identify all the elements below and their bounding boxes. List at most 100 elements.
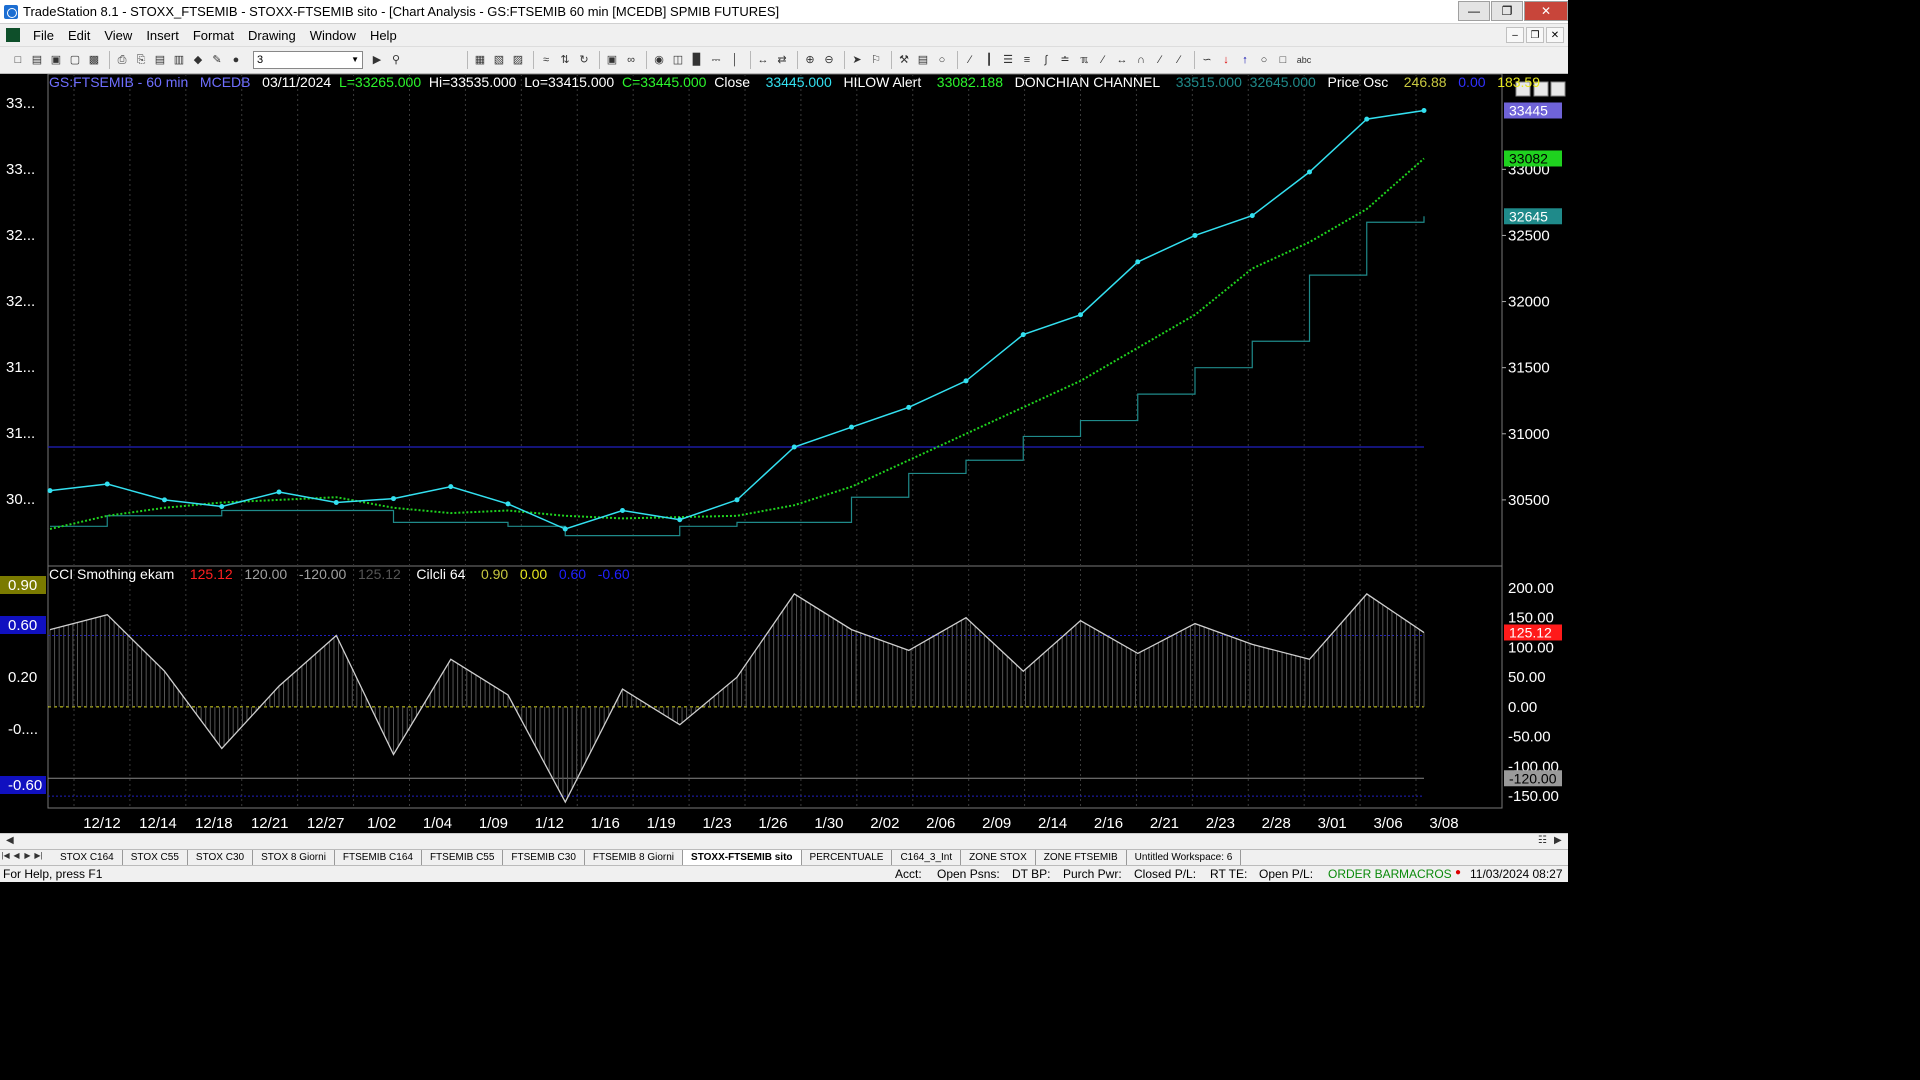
menu-edit[interactable]: Edit: [61, 28, 97, 43]
scroll-thumb-icon[interactable]: ☷: [1538, 835, 1547, 846]
scroll-right-icon[interactable]: ▶: [1554, 835, 1562, 846]
paste-icon[interactable]: ▥: [171, 52, 187, 68]
chart-window-icon[interactable]: [6, 28, 20, 42]
hilow-label: HILOW Alert: [843, 74, 922, 90]
compress-icon[interactable]: ⇄: [774, 52, 790, 68]
menu-help[interactable]: Help: [363, 28, 404, 43]
workspace-tab[interactable]: FTSEMIB C164: [335, 850, 422, 865]
speed-lines-icon[interactable]: ≐: [1057, 52, 1073, 68]
cci-tick-label: -150.00: [1508, 788, 1559, 805]
horizontal-scrollbar[interactable]: ◀ ☷ ▶: [0, 833, 1568, 849]
maximize-button[interactable]: ❐: [1491, 1, 1523, 21]
text-icon[interactable]: abc: [1294, 52, 1314, 68]
chart-grid-icon[interactable]: ▧: [491, 52, 507, 68]
ohlc-icon[interactable]: │: [727, 52, 743, 68]
workspace-tab[interactable]: STOX C30: [188, 850, 254, 865]
save-icon[interactable]: ▩: [86, 52, 102, 68]
rectangle-icon[interactable]: □: [1275, 52, 1291, 68]
disabled-icon[interactable]: ○: [934, 52, 950, 68]
cycle-icon[interactable]: ∩: [1133, 52, 1149, 68]
strategy-icon[interactable]: ⇅: [557, 52, 573, 68]
minimize-button[interactable]: —: [1458, 1, 1490, 21]
gann-icon[interactable]: ∫: [1038, 52, 1054, 68]
workspace-tab[interactable]: FTSEMIB 8 Giorni: [585, 850, 684, 865]
print-preview-icon[interactable]: ⎘: [133, 52, 149, 68]
osc-value-2: 0.00: [1458, 74, 1486, 90]
new-workspace-icon[interactable]: ▢: [67, 52, 83, 68]
workspace-tab[interactable]: STOX 8 Giorni: [253, 850, 335, 865]
print-icon[interactable]: ⎙: [114, 52, 130, 68]
arrow-horizontal-icon[interactable]: ↔: [1114, 52, 1130, 68]
bar-chart-icon[interactable]: ▉: [689, 52, 705, 68]
link-icon[interactable]: ∞: [623, 52, 639, 68]
search-icon[interactable]: ⚲: [388, 52, 404, 68]
bar-spacing-icon[interactable]: ↔: [755, 52, 771, 68]
tab-prev-icon[interactable]: ◀: [11, 851, 22, 865]
lock-icon[interactable]: ◆: [190, 52, 206, 68]
workspace-tab[interactable]: STOX C164: [52, 850, 123, 865]
andrews-pitchfork-icon[interactable]: ℼ: [1076, 52, 1092, 68]
menu-drawing[interactable]: Drawing: [241, 28, 303, 43]
tools-icon[interactable]: ⚒: [896, 52, 912, 68]
play-icon[interactable]: ▶: [369, 52, 385, 68]
export-icon[interactable]: ▤: [915, 52, 931, 68]
new-icon[interactable]: □: [10, 52, 26, 68]
menu-window[interactable]: Window: [303, 28, 363, 43]
menu-view[interactable]: View: [97, 28, 139, 43]
chart-style-icon[interactable]: ▦: [472, 52, 488, 68]
workspace-tab[interactable]: PERCENTUALE: [802, 850, 893, 865]
child-minimize-button[interactable]: –: [1506, 27, 1524, 43]
chart-table-icon[interactable]: ▨: [510, 52, 526, 68]
format-icon[interactable]: ✎: [209, 52, 225, 68]
pen-icon[interactable]: ∕: [1171, 52, 1187, 68]
chart-canvas[interactable]: 12/12 12/14 12/18 12/21 12/27 1/02 1/04 1/09 1/1…: [0, 74, 1568, 834]
pointer-icon[interactable]: ➤: [849, 52, 865, 68]
menu-format[interactable]: Format: [186, 28, 241, 43]
fibonacci-icon[interactable]: ≡: [1019, 52, 1035, 68]
chart-analysis-window[interactable]: 12/12 12/14 12/18 12/21 12/27 1/02 1/04 1/09 1/1…: [0, 74, 1568, 834]
open-workspace-icon[interactable]: ▣: [48, 52, 64, 68]
tab-first-icon[interactable]: |◀: [0, 851, 11, 865]
interval-dropdown[interactable]: 3: [253, 51, 363, 69]
window-icon[interactable]: ▣: [604, 52, 620, 68]
cci-tag-label: -120.00: [1509, 770, 1557, 786]
horizontal-lines-icon[interactable]: ☰: [1000, 52, 1016, 68]
workspace-tab[interactable]: C164_3_Int: [892, 850, 962, 865]
arrow-up-icon[interactable]: ↑: [1237, 52, 1253, 68]
matrix-icon[interactable]: ◫: [670, 52, 686, 68]
workspace-tab[interactable]: FTSEMIB C55: [422, 850, 504, 865]
regression-icon[interactable]: ∕: [1095, 52, 1111, 68]
child-restore-button[interactable]: ❐: [1526, 27, 1544, 43]
menu-file[interactable]: File: [26, 28, 61, 43]
zoom-in-icon[interactable]: ⊕: [802, 52, 818, 68]
arrow-down-icon[interactable]: ↓: [1218, 52, 1234, 68]
menu-insert[interactable]: Insert: [139, 28, 186, 43]
zoom-out-icon[interactable]: ⊖: [821, 52, 837, 68]
scroll-left-icon[interactable]: ◀: [6, 835, 14, 846]
tab-last-icon[interactable]: ▶|: [33, 851, 44, 865]
workspace-tab[interactable]: FTSEMIB C30: [503, 850, 585, 865]
tab-next-icon[interactable]: ▶: [22, 851, 33, 865]
workspace-tab[interactable]: ZONE STOX: [961, 850, 1036, 865]
order-bar-button[interactable]: ORDER BAR: [1328, 867, 1399, 881]
close-button[interactable]: ✕: [1524, 1, 1568, 21]
ellipse-icon[interactable]: ○: [1256, 52, 1272, 68]
vertical-lines-icon[interactable]: ┃: [981, 52, 997, 68]
child-close-button[interactable]: ✕: [1546, 27, 1564, 43]
workspace-tab[interactable]: ZONE FTSEMIB: [1036, 850, 1127, 865]
copy-icon[interactable]: ▤: [152, 52, 168, 68]
candlestick-icon[interactable]: ⎓: [708, 52, 724, 68]
globe-icon[interactable]: ●: [228, 52, 244, 68]
open-icon[interactable]: ▤: [29, 52, 45, 68]
radar-icon[interactable]: ◉: [651, 52, 667, 68]
workspace-tab[interactable]: STOX C55: [123, 850, 188, 865]
indicator-icon[interactable]: ≈: [538, 52, 554, 68]
refresh-icon[interactable]: ↻: [576, 52, 592, 68]
workspace-tab[interactable]: STOXX-FTSEMIB sito: [683, 850, 802, 865]
macros-button[interactable]: MACROS: [1399, 867, 1452, 881]
data-tip-icon[interactable]: ⚐: [868, 52, 884, 68]
trendline-icon[interactable]: ∕: [962, 52, 978, 68]
workspace-tab[interactable]: Untitled Workspace: 6: [1127, 850, 1242, 865]
curve-icon[interactable]: ∽: [1199, 52, 1215, 68]
channel-icon[interactable]: ∕: [1152, 52, 1168, 68]
